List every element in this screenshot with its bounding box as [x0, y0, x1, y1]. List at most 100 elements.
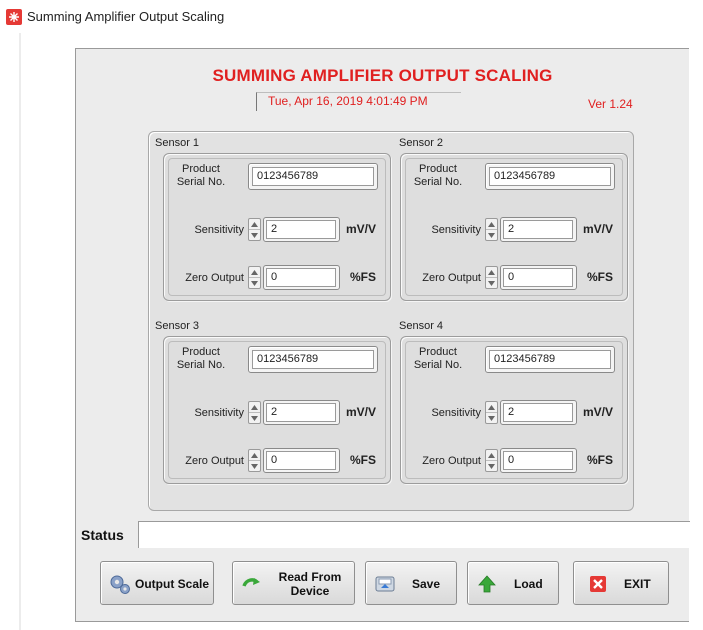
sensor-1-group: Product Serial No. 0123456789 Sensitivit…: [163, 153, 391, 301]
sensitivity-value[interactable]: 2: [266, 220, 336, 239]
zero-output-spinner[interactable]: [248, 449, 261, 472]
decrement-arrow-icon[interactable]: [486, 230, 497, 241]
sensitivity-control[interactable]: 2: [248, 400, 340, 425]
serial-number-field[interactable]: 0123456789: [485, 163, 615, 190]
sensitivity-input[interactable]: 2: [263, 217, 340, 242]
sensitivity-input[interactable]: 2: [500, 400, 577, 425]
load-button[interactable]: Load: [467, 561, 559, 605]
decrement-arrow-icon[interactable]: [249, 413, 260, 424]
sensitivity-input[interactable]: 2: [263, 400, 340, 425]
gears-icon: [110, 575, 130, 594]
zero-output-value[interactable]: 0: [266, 268, 336, 287]
zero-output-spinner[interactable]: [248, 266, 261, 289]
zero-output-control[interactable]: 0: [248, 265, 340, 290]
read-from-device-label-line1: Read From: [278, 570, 342, 584]
serial-number-field[interactable]: 0123456789: [248, 346, 378, 373]
sensitivity-spinner[interactable]: [485, 401, 498, 424]
decrement-arrow-icon[interactable]: [486, 413, 497, 424]
save-disk-icon: [375, 576, 395, 592]
sensitivity-control[interactable]: 2: [248, 217, 340, 242]
exit-label: EXIT: [624, 577, 651, 591]
red-x-icon: [590, 576, 606, 592]
zero-output-input[interactable]: 0: [263, 265, 340, 290]
zero-output-input[interactable]: 0: [263, 448, 340, 473]
increment-arrow-icon[interactable]: [249, 219, 260, 230]
zero-output-spinner[interactable]: [485, 266, 498, 289]
product-serial-label: Product Serial No.: [405, 346, 471, 372]
product-serial-label-line1: Product: [182, 346, 220, 358]
product-serial-label-line1: Product: [182, 163, 220, 175]
zero-output-control[interactable]: 0: [248, 448, 340, 473]
zero-output-label: Zero Output: [185, 455, 244, 467]
serial-number-value[interactable]: 0123456789: [252, 167, 374, 186]
load-label: Load: [514, 577, 543, 591]
read-from-device-button[interactable]: Read From Device: [232, 561, 355, 605]
zero-output-input[interactable]: 0: [500, 265, 577, 290]
app-heading: SUMMING AMPLIFIER OUTPUT SCALING: [212, 66, 553, 85]
increment-arrow-icon[interactable]: [486, 450, 497, 461]
increment-arrow-icon[interactable]: [249, 402, 260, 413]
decrement-arrow-icon[interactable]: [249, 230, 260, 241]
sensitivity-input[interactable]: 2: [500, 217, 577, 242]
sensitivity-spinner[interactable]: [485, 218, 498, 241]
zero-output-unit: %FS: [587, 453, 614, 467]
zero-output-value[interactable]: 0: [266, 451, 336, 470]
sensitivity-label: Sensitivity: [431, 224, 481, 236]
save-label: Save: [412, 577, 441, 591]
zero-output-value[interactable]: 0: [503, 268, 573, 287]
sensitivity-spinner[interactable]: [248, 401, 261, 424]
zero-output-label: Zero Output: [422, 455, 481, 467]
version-label: Ver 1.24: [588, 97, 633, 111]
zero-output-input[interactable]: 0: [500, 448, 577, 473]
sensitivity-unit: mV/V: [346, 405, 377, 419]
serial-number-value[interactable]: 0123456789: [252, 350, 374, 369]
sensitivity-value[interactable]: 2: [503, 403, 573, 422]
sensitivity-control[interactable]: 2: [485, 217, 577, 242]
sensitivity-value[interactable]: 2: [503, 220, 573, 239]
exit-button[interactable]: EXIT: [573, 561, 669, 605]
zero-output-control[interactable]: 0: [485, 265, 577, 290]
product-serial-label-line2: Serial No.: [176, 176, 226, 188]
increment-arrow-icon[interactable]: [249, 267, 260, 278]
sensitivity-control[interactable]: 2: [485, 400, 577, 425]
output-scale-button[interactable]: Output Scale: [100, 561, 214, 605]
increment-arrow-icon[interactable]: [486, 402, 497, 413]
zero-output-label: Zero Output: [185, 272, 244, 284]
decrement-arrow-icon[interactable]: [486, 278, 497, 289]
decrement-arrow-icon[interactable]: [486, 461, 497, 472]
status-label: Status: [81, 527, 124, 543]
sensitivity-spinner[interactable]: [248, 218, 261, 241]
zero-output-value[interactable]: 0: [503, 451, 573, 470]
window-titlebar: Summing Amplifier Output Scaling: [0, 0, 703, 33]
sensor-4-title: Sensor 4: [399, 320, 444, 332]
decrement-arrow-icon[interactable]: [249, 278, 260, 289]
zero-output-control[interactable]: 0: [485, 448, 577, 473]
serial-number-field[interactable]: 0123456789: [485, 346, 615, 373]
sensitivity-label: Sensitivity: [194, 407, 244, 419]
read-from-device-label-line2: Device: [290, 584, 330, 598]
increment-arrow-icon[interactable]: [486, 267, 497, 278]
product-serial-label-line1: Product: [419, 163, 457, 175]
save-button[interactable]: Save: [365, 561, 457, 605]
product-serial-label-line1: Product: [419, 346, 457, 358]
sensitivity-unit: mV/V: [583, 405, 614, 419]
increment-arrow-icon[interactable]: [486, 219, 497, 230]
serial-number-value[interactable]: 0123456789: [489, 350, 611, 369]
decrement-arrow-icon[interactable]: [249, 461, 260, 472]
serial-number-value[interactable]: 0123456789: [489, 167, 611, 186]
sensitivity-label: Sensitivity: [431, 407, 481, 419]
zero-output-unit: %FS: [350, 270, 377, 284]
zero-output-unit: %FS: [587, 270, 614, 284]
increment-arrow-icon[interactable]: [249, 450, 260, 461]
status-field: [138, 521, 690, 548]
zero-output-label: Zero Output: [422, 272, 481, 284]
sensor-2-title: Sensor 2: [399, 137, 444, 149]
sensors-frame: Sensor 1 Product Serial No. 0123456789 S…: [148, 131, 634, 511]
green-arrow-refresh-icon: [242, 578, 260, 587]
zero-output-spinner[interactable]: [485, 449, 498, 472]
product-serial-label: Product Serial No.: [168, 346, 234, 372]
window-title: Summing Amplifier Output Scaling: [27, 9, 225, 24]
sensitivity-value[interactable]: 2: [266, 403, 336, 422]
product-serial-label: Product Serial No.: [168, 163, 234, 189]
serial-number-field[interactable]: 0123456789: [248, 163, 378, 190]
